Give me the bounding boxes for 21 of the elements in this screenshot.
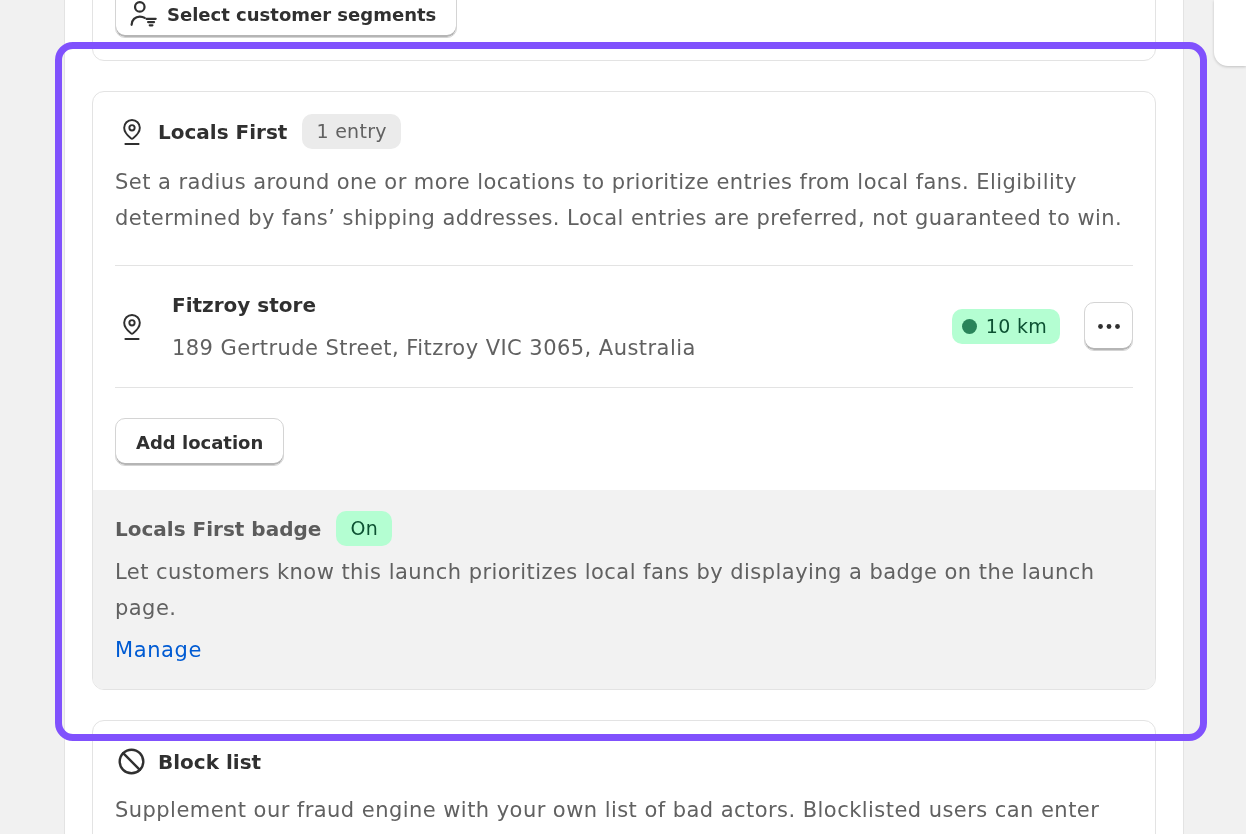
section-description: Set a radius around one or more locations to prioritize entries from local fans. Eligibility determined by fans’ shipping addresses. Local entries are preferred, not guaranteed to win. <box>115 169 1124 232</box>
block-icon <box>118 748 145 775</box>
badge-settings-title: Locals First badge <box>115 515 322 543</box>
add-location-button[interactable]: Add location <box>115 418 285 466</box>
section-title: Locals First <box>158 118 288 146</box>
map-pin-icon <box>121 313 143 340</box>
more-actions-button[interactable] <box>1084 302 1133 351</box>
person-filter-icon <box>130 1 157 27</box>
select-segments-button[interactable]: Select customer segments <box>115 0 458 38</box>
location-address: 189 Gertrude Street, Fitzroy VIC 3065, Australia <box>172 335 696 362</box>
section-title: Block list <box>158 748 262 776</box>
badge-settings-description: Let customers know this launch prioritizes local fans by displaying a badge on the launch page. <box>115 559 1096 622</box>
more-icon <box>1097 324 1120 329</box>
side-card <box>1214 0 1246 66</box>
status-badge: On <box>336 511 392 546</box>
radius-text: 10 km <box>985 314 1047 340</box>
map-pin-icon <box>121 118 143 145</box>
location-name: Fitzroy store <box>172 292 317 319</box>
entry-count-badge: 1 entry <box>302 114 401 149</box>
manage-link[interactable]: Manage <box>115 635 202 667</box>
section-description: Supplement our fraud engine with your own list of bad actors. Blocklisted users can enter <box>115 797 1101 824</box>
